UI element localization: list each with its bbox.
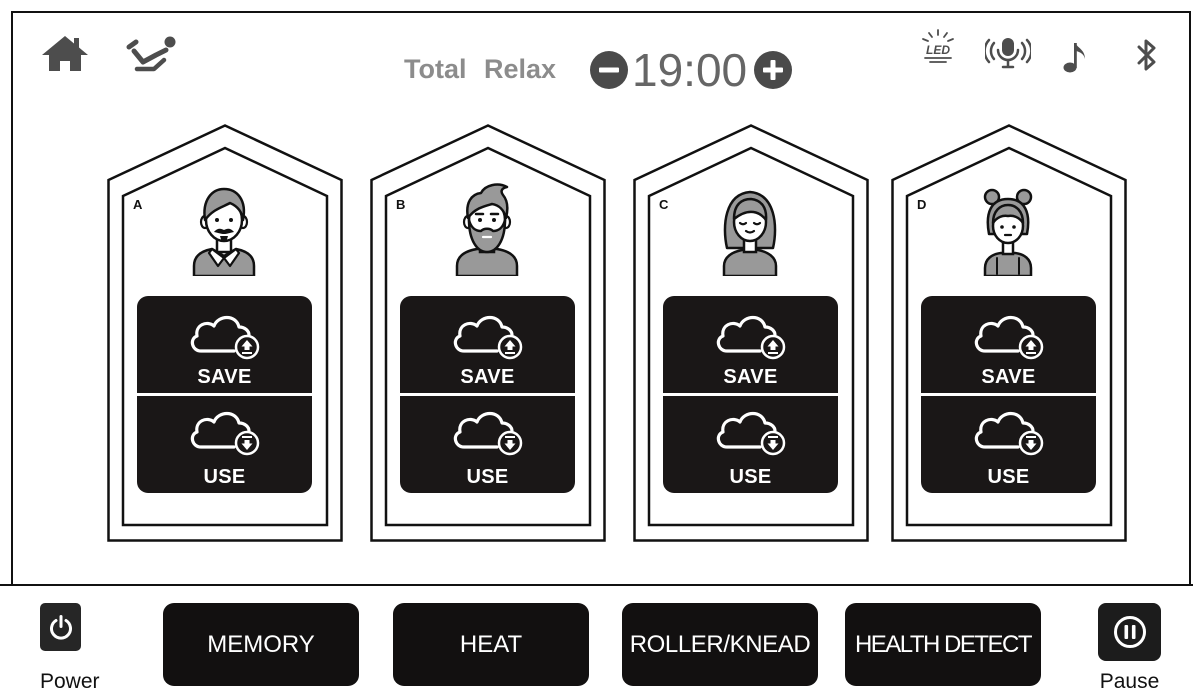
save-label: SAVE <box>981 366 1036 388</box>
profile-card-b: B SAVE USE <box>370 124 606 542</box>
profile-letter: D <box>917 197 927 212</box>
heat-button-label: HEAT <box>459 630 523 658</box>
memory-button-label: MEMORY <box>207 630 315 658</box>
footer-divider <box>0 584 1193 586</box>
save-label: SAVE <box>723 366 778 388</box>
cloud-download-icon <box>453 411 523 456</box>
profile-card-d: D SAVE USE <box>891 124 1127 542</box>
save-profile-d-button[interactable]: SAVE <box>921 296 1096 393</box>
profile-card-c: C SAVE USE <box>633 124 869 542</box>
cloud-upload-icon <box>716 315 786 360</box>
save-label: SAVE <box>197 366 252 388</box>
roller-knead-button[interactable]: ROLLER/KNEAD <box>622 603 818 686</box>
health-detect-button[interactable]: HEALTH DETECT <box>845 603 1041 686</box>
screen-frame-right <box>1189 11 1191 585</box>
pause-icon <box>1113 616 1146 648</box>
led-icon[interactable]: LED <box>918 28 958 66</box>
cloud-upload-icon <box>453 315 523 360</box>
cloud-upload-icon <box>190 315 260 360</box>
save-profile-c-button[interactable]: SAVE <box>663 296 838 393</box>
profile-card-a: A SAVE USE <box>107 124 343 542</box>
screen-frame-top <box>11 11 1191 13</box>
cloud-download-icon <box>190 411 260 456</box>
woman-avatar-icon <box>722 190 778 276</box>
microphone-icon[interactable] <box>985 35 1031 71</box>
man-mustache-avatar-icon <box>192 187 256 276</box>
profile-letter: B <box>396 197 406 212</box>
use-profile-b-button[interactable]: USE <box>400 396 575 493</box>
cloud-upload-icon <box>974 315 1044 360</box>
home-icon[interactable] <box>40 33 90 73</box>
heat-button[interactable]: HEAT <box>393 603 589 686</box>
health-detect-button-label: HEALTH DETECT <box>854 630 1033 658</box>
use-label: USE <box>729 466 772 488</box>
music-note-icon[interactable] <box>1062 40 1088 74</box>
power-icon <box>49 615 72 640</box>
pause-button[interactable] <box>1098 603 1161 661</box>
plus-icon[interactable] <box>754 51 792 89</box>
power-button[interactable] <box>40 603 81 651</box>
timer-display: 19:00 <box>632 44 748 96</box>
massage-chair-screen: Total Relax 19:00 LED A SAVE USE B SAVE … <box>0 0 1193 700</box>
cloud-download-icon <box>974 411 1044 456</box>
led-icon-text: LED <box>926 43 950 57</box>
memory-button[interactable]: MEMORY <box>163 603 359 686</box>
minus-icon[interactable] <box>590 51 628 89</box>
save-profile-b-button[interactable]: SAVE <box>400 296 575 393</box>
use-profile-d-button[interactable]: USE <box>921 396 1096 493</box>
recline-icon[interactable] <box>125 34 177 78</box>
screen-frame-left <box>11 11 13 585</box>
mode-label: Total Relax <box>404 54 557 84</box>
use-label: USE <box>466 466 509 488</box>
bearded-man-avatar-icon <box>455 183 519 276</box>
profile-letter: A <box>133 197 143 212</box>
girl-avatar-icon <box>983 188 1033 276</box>
save-label: SAVE <box>460 366 515 388</box>
use-label: USE <box>203 466 246 488</box>
bluetooth-icon[interactable] <box>1133 38 1161 72</box>
use-label: USE <box>987 466 1030 488</box>
power-label: Power <box>40 670 100 693</box>
roller-knead-button-label: ROLLER/KNEAD <box>629 630 811 658</box>
use-profile-a-button[interactable]: USE <box>137 396 312 493</box>
cloud-download-icon <box>716 411 786 456</box>
save-profile-a-button[interactable]: SAVE <box>137 296 312 393</box>
use-profile-c-button[interactable]: USE <box>663 396 838 493</box>
pause-label: Pause <box>1099 670 1160 693</box>
profile-letter: C <box>659 197 669 212</box>
